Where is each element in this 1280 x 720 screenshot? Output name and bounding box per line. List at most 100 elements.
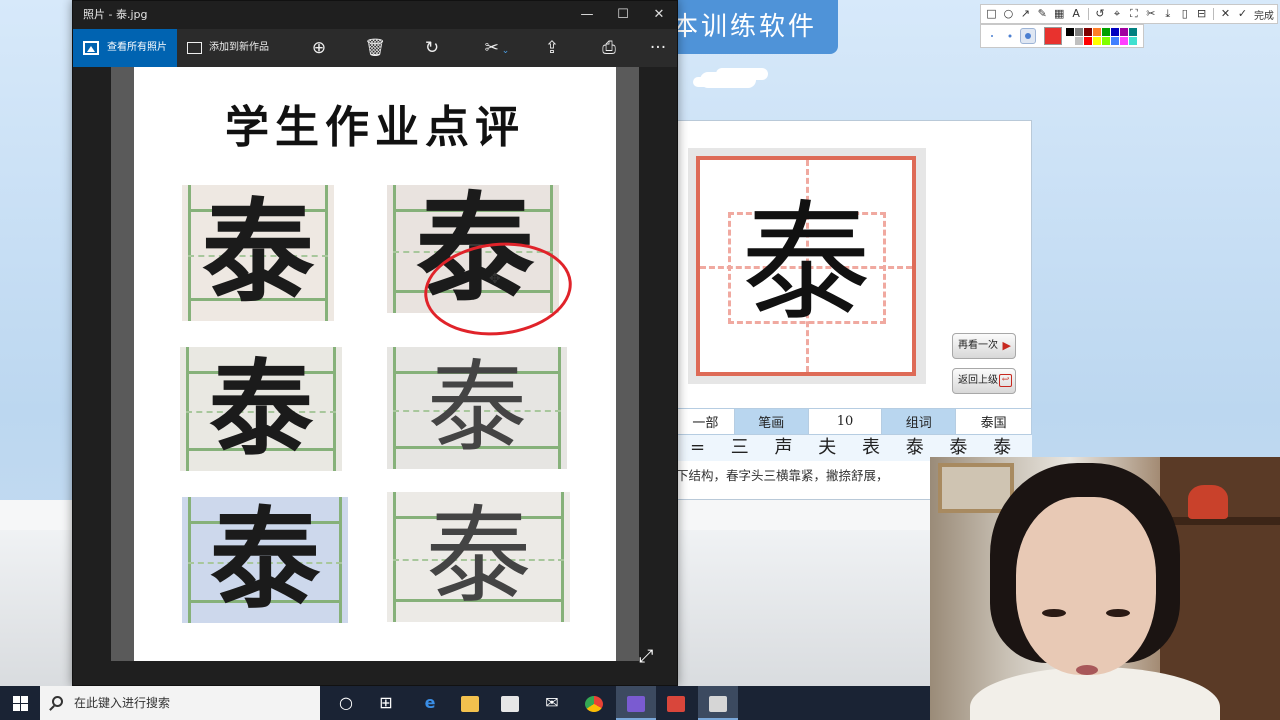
pen-size-medium[interactable]: [1002, 28, 1018, 44]
edit-icon[interactable]: ✂ ⌄: [477, 29, 517, 67]
structure-description: 下结构，春字头三横靠紧，撇捺舒展，: [676, 468, 889, 483]
download-icon[interactable]: ⤓: [1160, 6, 1175, 22]
check-icon[interactable]: ✓: [1235, 6, 1250, 22]
edge-icon[interactable]: e: [410, 686, 450, 720]
current-color-swatch[interactable]: [1044, 27, 1062, 45]
arrow-icon[interactable]: ↗: [1018, 6, 1033, 22]
fullscreen-icon[interactable]: ⛶: [1126, 6, 1141, 22]
bookmark-icon[interactable]: ⊟: [1194, 6, 1209, 22]
pen-size-large[interactable]: [1020, 28, 1036, 44]
color-swatch[interactable]: [1102, 36, 1110, 45]
annotation-toolbar: □ ○ ↗ ✎ ▦ A ↺ ⌖ ⛶ ✂ ⤓ ▯ ⊟ ✕ ✓ 完成: [980, 4, 1278, 24]
tian-zi-grid: 泰: [696, 156, 916, 376]
color-swatch[interactable]: [1129, 36, 1137, 45]
print-icon[interactable]: ⎙: [594, 29, 624, 67]
photos-app-icon[interactable]: [698, 686, 738, 720]
task-view-icon[interactable]: ⊞: [366, 686, 406, 720]
worksheet-title: 学生作业点评: [225, 102, 525, 153]
save-icon[interactable]: ▯: [1177, 6, 1192, 22]
color-swatch[interactable]: [1084, 27, 1092, 36]
image-viewer[interactable]: 学生作业点评 泰 泰 泰 泰 泰 泰 ✥ ⤢: [73, 67, 677, 685]
store-icon[interactable]: [490, 686, 530, 720]
minimize-button[interactable]: —: [569, 1, 605, 29]
strokes-label: 笔画: [733, 408, 809, 435]
rotate-icon[interactable]: ↻: [417, 29, 447, 67]
replay-button[interactable]: 再看一次 ▶: [952, 333, 1016, 359]
mail-icon[interactable]: ✉: [532, 686, 572, 720]
add-to-creation-button[interactable]: 添加到新作品: [187, 29, 269, 67]
maximize-button[interactable]: ☐: [605, 1, 641, 29]
share-icon[interactable]: ⇪: [537, 29, 567, 67]
done-button[interactable]: 完成: [1254, 7, 1274, 22]
color-swatch[interactable]: [1093, 27, 1101, 36]
color-swatch[interactable]: [1066, 36, 1074, 45]
ellipse-icon[interactable]: ○: [1001, 6, 1016, 22]
expand-icon[interactable]: ⤢: [639, 647, 659, 667]
color-swatch[interactable]: [1075, 36, 1083, 45]
pin-icon[interactable]: ⌖: [1110, 6, 1125, 22]
windows-logo-icon: [21, 696, 28, 703]
student-sample-3: 泰: [180, 347, 342, 471]
color-swatch[interactable]: [1093, 36, 1101, 45]
windows-logo-icon: [13, 696, 20, 703]
character-grid-frame: 泰: [688, 148, 926, 384]
file-explorer-icon[interactable]: [450, 686, 490, 720]
view-all-label: 查看所有照片: [107, 42, 167, 53]
rectangle-icon[interactable]: □: [984, 6, 999, 22]
words-label: 组词: [881, 408, 957, 435]
student-sample-1: 泰: [182, 185, 334, 321]
student-sample-6: 泰: [387, 492, 570, 622]
text-icon[interactable]: A: [1069, 6, 1084, 22]
taskbar-search-box[interactable]: 在此键入进行搜索: [40, 686, 320, 720]
color-swatch[interactable]: [1120, 36, 1128, 45]
color-swatch[interactable]: [1075, 27, 1083, 36]
app-title: 本训练软件: [662, 0, 838, 54]
color-swatch[interactable]: [1066, 27, 1074, 36]
delete-icon[interactable]: 🗑: [360, 29, 390, 67]
replay-label: 再看一次: [958, 340, 998, 351]
words-value: 泰国: [955, 408, 1032, 435]
app-icon-purple[interactable]: [616, 686, 656, 720]
pen-icon[interactable]: ✎: [1035, 6, 1050, 22]
app-icon-red[interactable]: [656, 686, 696, 720]
demo-character: 泰: [740, 187, 871, 339]
windows-logo-icon: [21, 704, 28, 711]
zoom-icon[interactable]: ⊕: [304, 29, 334, 67]
presenter-mouth: [1076, 665, 1098, 675]
pen-size-small[interactable]: [984, 28, 1000, 44]
homework-worksheet-image: 学生作业点评 泰 泰 泰 泰 泰 泰 ✥: [134, 67, 616, 661]
title-bar: 照片 - 泰.jpg — ☐ ✕: [73, 1, 677, 29]
mosaic-icon[interactable]: ▦: [1052, 6, 1067, 22]
pin-clear-icon[interactable]: ✂: [1143, 6, 1158, 22]
student-sample-4: 泰: [387, 347, 567, 469]
color-swatch[interactable]: [1102, 27, 1110, 36]
handwritten-character: 泰: [208, 348, 313, 470]
color-swatch[interactable]: [1120, 27, 1128, 36]
add-creation-icon: [187, 42, 202, 54]
add-to-creation-label: 添加到新作品: [209, 42, 269, 53]
photos-window: 照片 - 泰.jpg — ☐ ✕ 查看所有照片 添加到新作品 ⊕ 🗑 ↻ ✂ ⌄…: [72, 0, 678, 686]
view-all-photos-button[interactable]: 查看所有照片: [73, 29, 177, 67]
color-swatch[interactable]: [1129, 27, 1137, 36]
cortana-icon[interactable]: ○: [326, 686, 366, 720]
strokes-value: 10: [807, 408, 883, 435]
move-cursor-icon: ✥: [489, 271, 501, 287]
start-button[interactable]: [0, 686, 40, 720]
more-options-button[interactable]: ···: [643, 29, 673, 67]
toolbar-divider: [1087, 8, 1089, 20]
color-swatch[interactable]: [1111, 36, 1119, 45]
handwritten-character: 泰: [425, 495, 532, 618]
color-swatch[interactable]: [1111, 27, 1119, 36]
color-palette-bar: [980, 24, 1144, 48]
chrome-icon[interactable]: [574, 686, 614, 720]
close-icon[interactable]: ✕: [1218, 6, 1233, 22]
color-swatch[interactable]: [1084, 36, 1092, 45]
search-placeholder: 在此键入进行搜索: [74, 696, 171, 710]
close-button[interactable]: ✕: [641, 1, 677, 29]
webcam-feed: [930, 457, 1280, 720]
undo-icon[interactable]: ↺: [1093, 6, 1108, 22]
command-bar: 查看所有照片 添加到新作品 ⊕ 🗑 ↻ ✂ ⌄ ⇪ ⎙ ···: [73, 29, 677, 67]
student-sample-5: 泰: [182, 497, 348, 623]
handwritten-character: 泰: [427, 349, 527, 466]
back-button[interactable]: 返回上级 ↩: [952, 368, 1016, 394]
